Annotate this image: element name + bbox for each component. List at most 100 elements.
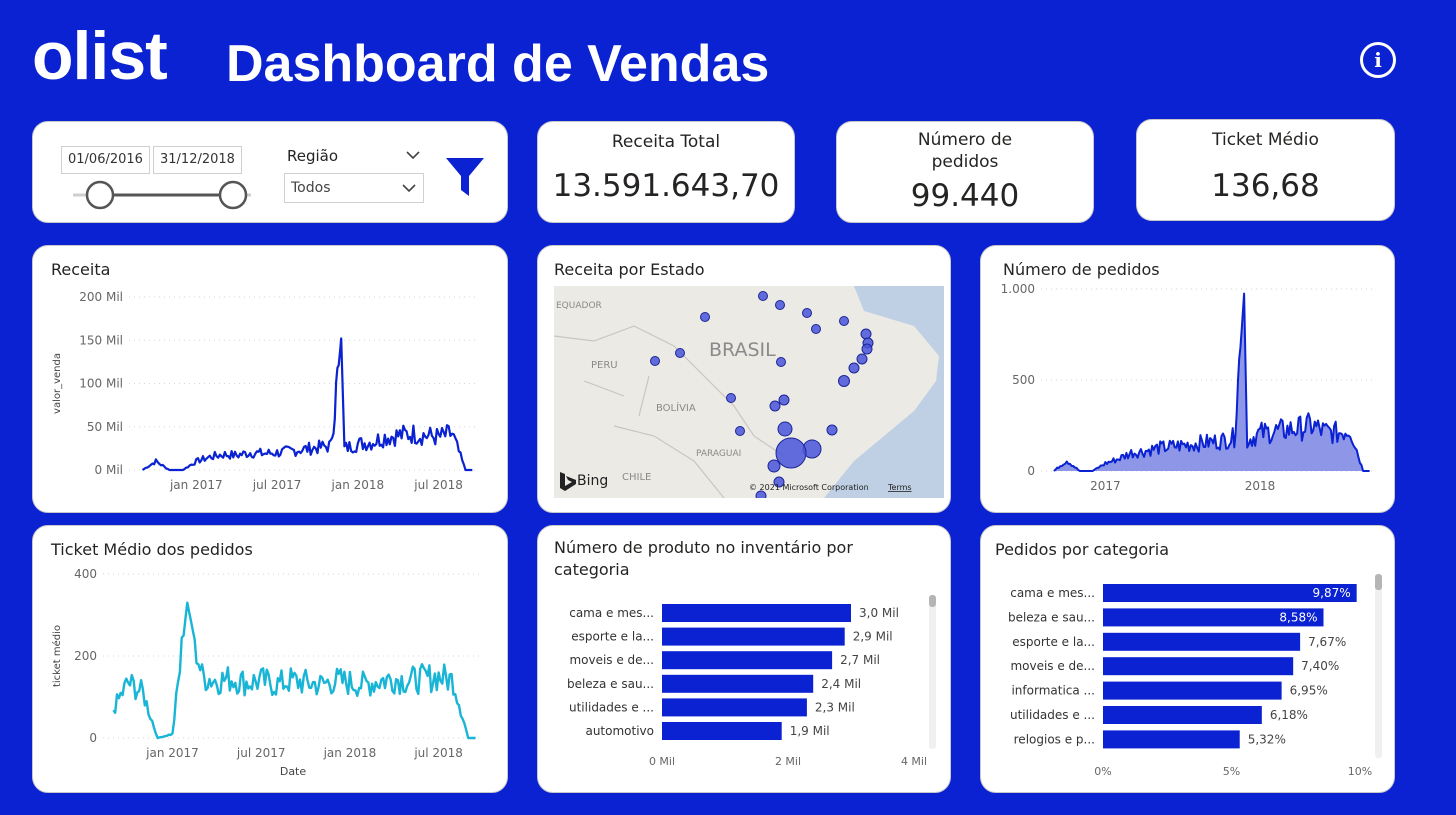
x-tick-label: jan 2018 bbox=[323, 746, 377, 760]
receita-card[interactable]: Receita 0 Mil 50 Mil 100 Mil 150 Mil 200 Mil… bbox=[32, 245, 508, 513]
x-tick-label: jan 2017 bbox=[169, 478, 223, 492]
category-label: moveis e de... bbox=[569, 653, 654, 667]
x-tick-label: 0% bbox=[1094, 765, 1111, 778]
kpi-ticket-medio: Ticket Médio 136,68 bbox=[1136, 119, 1395, 221]
date-range-slider[interactable] bbox=[73, 177, 253, 213]
data-label: 7,40% bbox=[1301, 659, 1339, 673]
kpi-numero-pedidos: Número de pedidos 99.440 bbox=[836, 121, 1094, 223]
bar bbox=[662, 604, 851, 622]
pedidos-categoria-card[interactable]: Pedidos por categoria 0% 5% 10% cama e mes.… bbox=[980, 525, 1395, 793]
state-bubble bbox=[802, 308, 812, 318]
inventario-categoria-card[interactable]: Número de produto no inventário por cate… bbox=[537, 525, 951, 793]
map-label-peru: PERU bbox=[591, 360, 618, 371]
filter-panel: 01/06/2016 31/12/2018 Região Todos bbox=[32, 121, 508, 223]
chart-title: Receita por Estado bbox=[554, 260, 705, 279]
x-tick-label: jul 2017 bbox=[252, 478, 302, 492]
data-label: 3,0 Mil bbox=[859, 606, 899, 620]
scrollbar[interactable] bbox=[1375, 574, 1382, 758]
brazil-map[interactable]: BRASIL EQUADOR PERU BOLÍVIA PARAGUAI CHI… bbox=[554, 286, 944, 498]
x-tick-label: jan 2017 bbox=[145, 746, 199, 760]
region-dropdown[interactable]: Todos bbox=[284, 173, 424, 203]
bar bbox=[662, 722, 782, 740]
x-tick-label: 4 Mil bbox=[901, 755, 927, 768]
kpi-value: 99.440 bbox=[910, 178, 1020, 214]
state-bubble bbox=[848, 362, 860, 374]
y-tick-label: 0 bbox=[89, 731, 97, 745]
scrollbar-thumb[interactable] bbox=[929, 595, 936, 607]
data-label: 2,4 Mil bbox=[821, 677, 861, 691]
bar bbox=[662, 674, 814, 693]
state-bubble bbox=[675, 348, 685, 358]
olist-logo: olist bbox=[32, 18, 168, 94]
state-bubble bbox=[856, 353, 868, 365]
date-end-input[interactable]: 31/12/2018 bbox=[153, 146, 242, 174]
state-bubble bbox=[861, 343, 873, 355]
pedidos-categoria-bar-chart: 0% 5% 10% cama e mes... 9,87% beleza e sau...… bbox=[1008, 584, 1372, 778]
y-tick-label: 50 Mil bbox=[87, 420, 123, 434]
ticket-medio-card[interactable]: Ticket Médio dos pedidos 0 200 400 jan 2017… bbox=[32, 525, 508, 793]
x-axis-label: Date bbox=[280, 765, 307, 778]
kpi-label: Ticket Médio bbox=[1212, 130, 1319, 150]
y-tick-label: 400 bbox=[74, 567, 97, 581]
date-start-input[interactable]: 01/06/2016 bbox=[61, 146, 150, 174]
data-label: 8,58% bbox=[1279, 610, 1317, 624]
y-tick-label: 200 bbox=[74, 649, 97, 663]
region-label: Região bbox=[287, 147, 339, 165]
series-area bbox=[1053, 293, 1370, 471]
category-label: relogios e p... bbox=[1014, 732, 1095, 746]
state-bubble bbox=[811, 324, 821, 334]
bing-label: Bing bbox=[577, 473, 608, 489]
bar bbox=[1103, 632, 1301, 651]
receita-line-chart: 0 Mil 50 Mil 100 Mil 150 Mil 200 Mil jan 2017… bbox=[52, 290, 479, 492]
state-bubble bbox=[860, 328, 872, 340]
category-label: esporte e la... bbox=[1012, 635, 1095, 649]
state-bubble bbox=[758, 291, 768, 301]
state-bubble bbox=[700, 312, 710, 322]
kpi-receita-total: Receita Total 13.591.643,70 bbox=[537, 121, 795, 223]
x-tick-label: jul 2018 bbox=[413, 746, 463, 760]
state-bubble bbox=[650, 356, 660, 366]
category-label: utilidades e ... bbox=[569, 700, 654, 714]
state-bubble bbox=[839, 316, 849, 326]
state-bubble bbox=[777, 421, 793, 437]
map-terms-link[interactable]: Terms bbox=[887, 483, 912, 492]
bar bbox=[662, 698, 807, 717]
data-label: 5,32% bbox=[1248, 732, 1286, 746]
receita-por-estado-card[interactable]: Receita por Estado BRASIL EQUADOR PERU B… bbox=[537, 245, 951, 513]
state-bubble bbox=[767, 459, 781, 473]
y-tick-label: 200 Mil bbox=[79, 290, 123, 304]
data-label: 1,9 Mil bbox=[790, 724, 830, 738]
kpi-value: 13.591.643,70 bbox=[552, 168, 780, 204]
data-label: 6,95% bbox=[1290, 684, 1328, 698]
kpi-label: Receita Total bbox=[611, 132, 721, 152]
scrollbar-thumb[interactable] bbox=[1375, 574, 1382, 590]
map-copyright: © 2021 Microsoft Corporation bbox=[749, 483, 869, 492]
category-label: esporte e la... bbox=[571, 630, 654, 644]
data-label: 9,87% bbox=[1313, 586, 1351, 600]
y-axis-label: ticket médio bbox=[51, 625, 63, 687]
scrollbar[interactable] bbox=[929, 595, 936, 749]
map-label-chile: CHILE bbox=[622, 472, 651, 483]
numero-pedidos-card[interactable]: Número de pedidos 0 500 1.000 2017 2018 bbox=[980, 245, 1395, 513]
data-label: 2,3 Mil bbox=[815, 700, 855, 714]
bar bbox=[662, 651, 833, 670]
funnel-icon[interactable] bbox=[446, 156, 486, 198]
state-bubble bbox=[826, 424, 838, 436]
category-label: utilidades e ... bbox=[1010, 708, 1095, 722]
x-tick-label: 2018 bbox=[1245, 479, 1276, 493]
region-collapse-chevron-icon[interactable] bbox=[405, 146, 421, 165]
state-bubble bbox=[735, 426, 745, 436]
info-icon[interactable]: i bbox=[1360, 42, 1396, 78]
numero-pedidos-area-chart: 0 500 1.000 2017 2018 bbox=[1001, 282, 1376, 493]
category-label: moveis e de... bbox=[1010, 659, 1095, 673]
ticket-medio-line-chart: 0 200 400 jan 2017 jul 2017 jan 2018 jul 2018 t… bbox=[51, 567, 483, 778]
data-label: 7,67% bbox=[1308, 635, 1346, 649]
map-label-paraguai: PARAGUAI bbox=[696, 449, 741, 459]
state-bubble bbox=[726, 393, 736, 403]
series-line bbox=[141, 337, 473, 472]
category-label: beleza e sau... bbox=[1008, 610, 1095, 624]
inventario-bar-chart: 0 Mil 2 Mil 4 Mil cama e mes... 3,0 Mil espor… bbox=[567, 604, 927, 768]
category-label: informatica ... bbox=[1011, 684, 1095, 698]
y-tick-label: 0 Mil bbox=[95, 463, 123, 477]
page-title: Dashboard de Vendas bbox=[226, 35, 770, 93]
